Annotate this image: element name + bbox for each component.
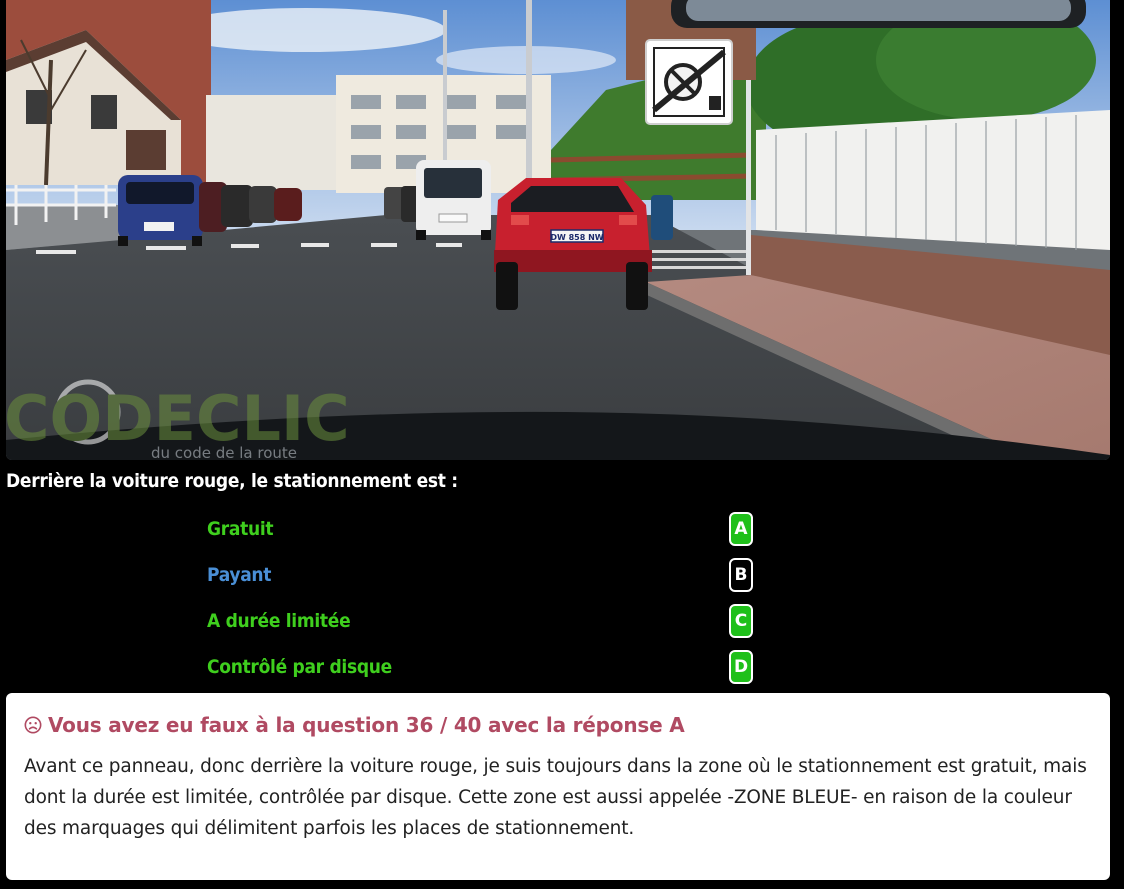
feedback-title-text: Vous avez eu faux à la question 36 / 40 … [48, 713, 685, 737]
svg-text:du code de la route: du code de la route [151, 444, 297, 460]
answer-button-d[interactable]: D [729, 650, 753, 684]
feedback-panel: Vous avez eu faux à la question 36 / 40 … [6, 693, 1110, 880]
feedback-title: Vous avez eu faux à la question 36 / 40 … [24, 713, 1092, 737]
question-photo: DW 858 NW CODECLIC du code de la route [6, 0, 1110, 460]
answer-row-d[interactable]: Contrôlé par disque D [0, 646, 1124, 692]
sad-face-icon [24, 716, 42, 734]
answer-list: Gratuit A Payant B A durée limitée C Con… [0, 508, 1124, 692]
feedback-explanation: Avant ce panneau, donc derrière la voitu… [24, 756, 1087, 839]
answer-label-d[interactable]: Contrôlé par disque [207, 656, 392, 678]
answer-label-b[interactable]: Payant [207, 564, 271, 586]
red-car-plate: DW 858 NW [550, 233, 603, 242]
answer-row-b[interactable]: Payant B [0, 554, 1124, 600]
white-van [416, 160, 491, 240]
answer-label-a[interactable]: Gratuit [207, 518, 274, 540]
watermark-logo: CODECLIC du code de la route [6, 379, 350, 460]
end-of-blue-zone-sign-icon [645, 39, 733, 125]
answer-row-c[interactable]: A durée limitée C [0, 600, 1124, 646]
question-text: Derrière la voiture rouge, le stationnem… [6, 470, 458, 492]
blue-car [118, 175, 203, 246]
answer-label-c[interactable]: A durée limitée [207, 610, 351, 632]
answer-row-a[interactable]: Gratuit A [0, 508, 1124, 554]
answer-button-b[interactable]: B [729, 558, 753, 592]
answer-button-c[interactable]: C [729, 604, 753, 638]
answer-button-a[interactable]: A [729, 512, 753, 546]
quiz-page: DW 858 NW CODECLIC du code de la route D… [0, 0, 1124, 889]
